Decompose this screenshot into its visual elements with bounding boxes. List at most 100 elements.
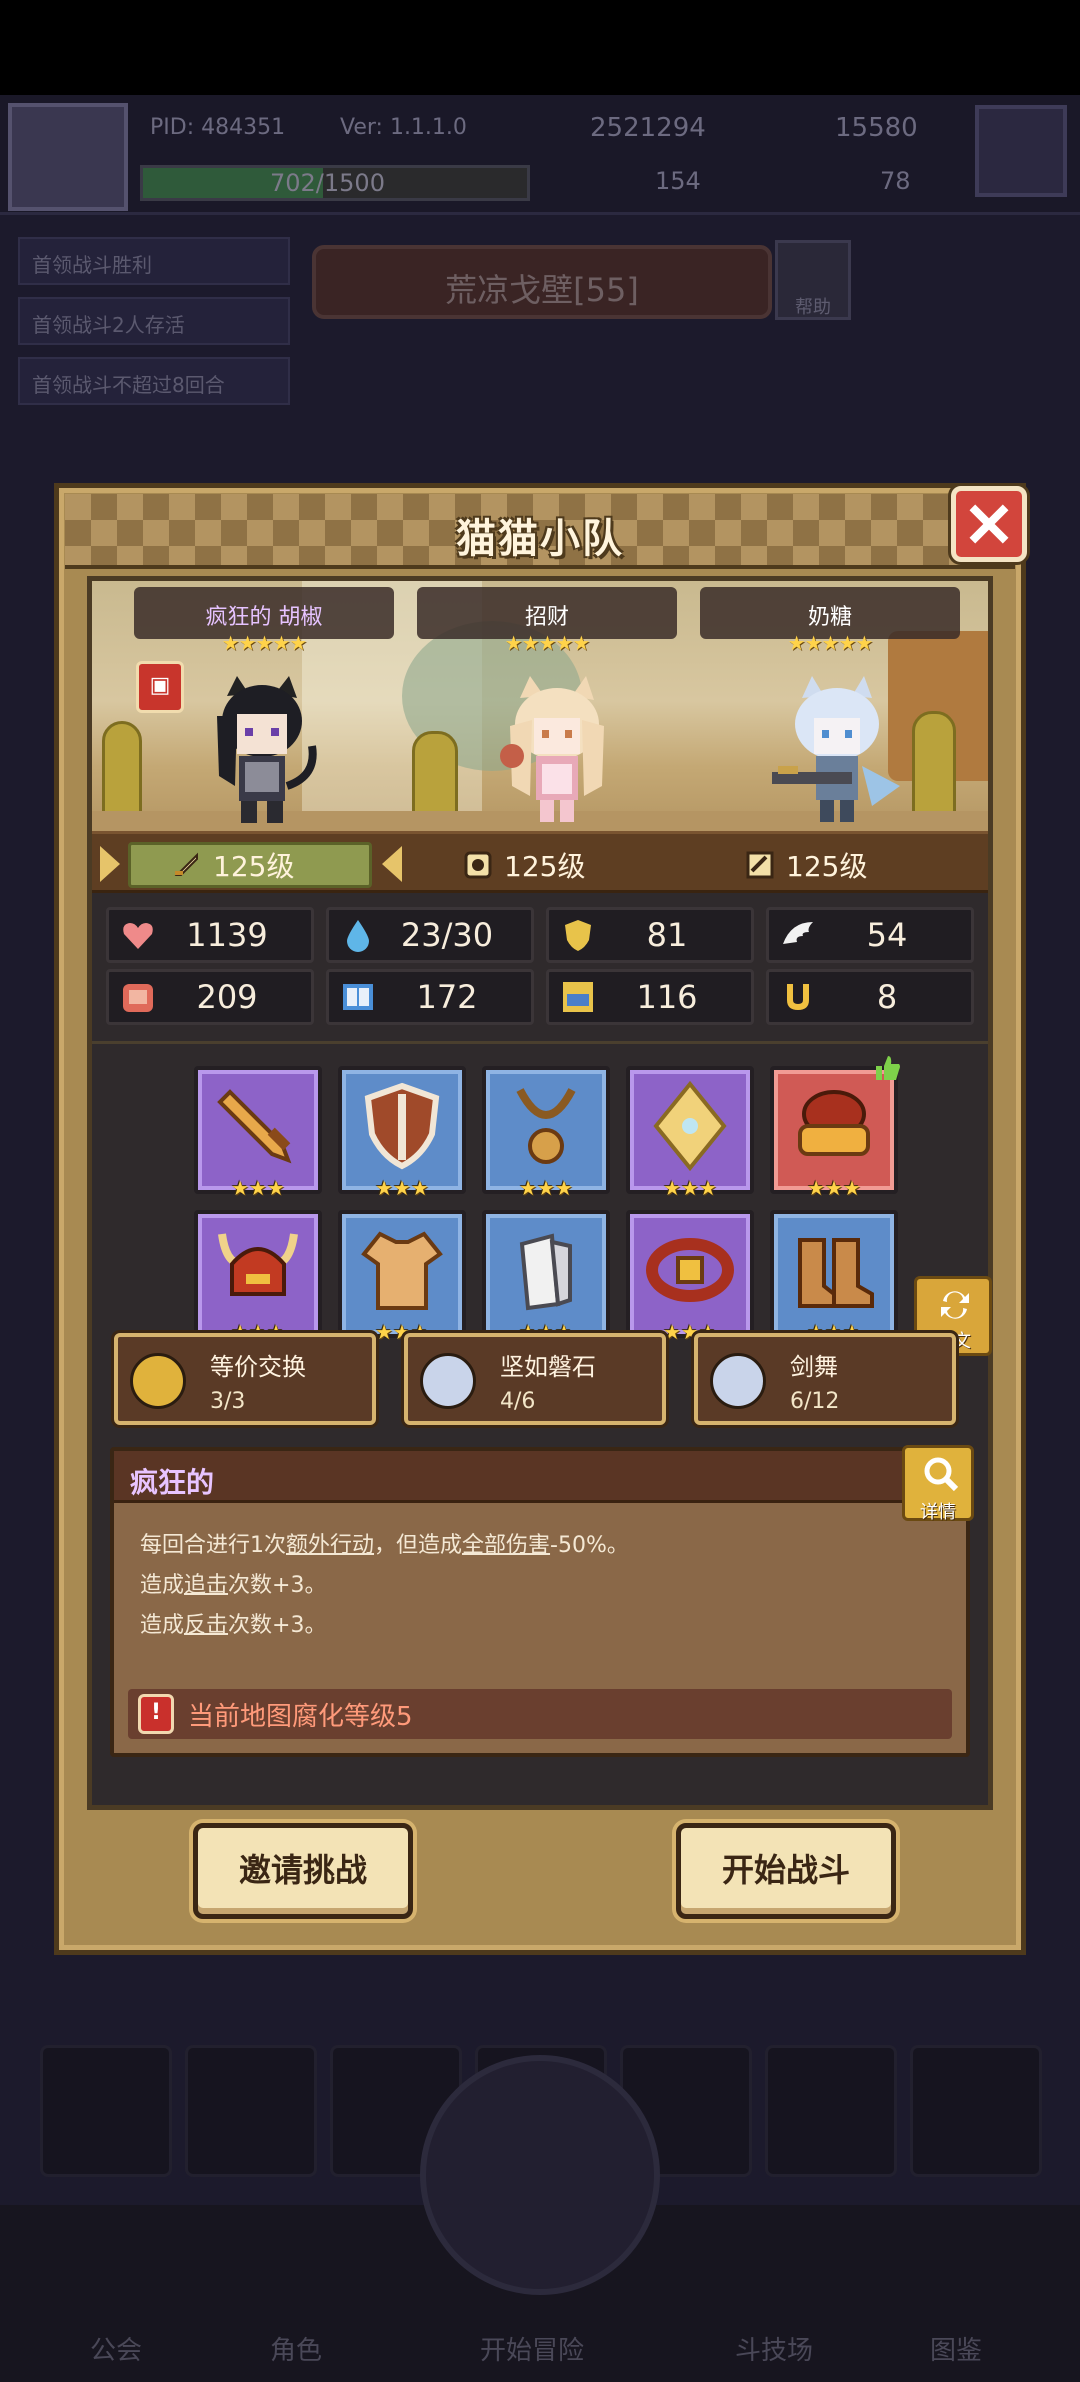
- level-slot-1[interactable]: 125级: [128, 842, 372, 888]
- stat-luck-value: 8: [876, 978, 898, 1016]
- start-adventure-circle[interactable]: [420, 2055, 660, 2295]
- top-status-bar: PID: 484351 Ver: 1.1.1.0 2521294 15580 7…: [0, 95, 1080, 215]
- portrait-icon[interactable]: ▣: [136, 661, 184, 713]
- corruption-text: 当前地图腐化等级5: [188, 1701, 413, 1732]
- set-bonus-1[interactable]: 等价交换 3/3: [114, 1333, 376, 1425]
- silver-shield-icon: [420, 1353, 476, 1409]
- set-bonus-3[interactable]: 剑舞 6/12: [694, 1333, 956, 1425]
- nav-guild[interactable]: 公会: [90, 2330, 142, 2367]
- sword-class-icon: [174, 852, 198, 876]
- shield-icon: [565, 920, 591, 951]
- set-bonus-2[interactable]: 坚如磐石 4/6: [404, 1333, 666, 1425]
- nav-arena[interactable]: 斗技场: [735, 2330, 813, 2367]
- character-stars-2: ★★★★★: [504, 631, 591, 655]
- stat-luck: 8: [766, 969, 974, 1025]
- gem-count: 15580: [835, 113, 918, 143]
- equip-slot-gloves[interactable]: ★★★: [482, 1210, 610, 1344]
- invite-challenge-button[interactable]: 邀请挑战: [193, 1823, 413, 1919]
- equip-stars: ★★★: [231, 1176, 285, 1200]
- settings-icon[interactable]: [975, 105, 1067, 197]
- next-arrow-icon[interactable]: [382, 846, 402, 882]
- detail-button[interactable]: 详情: [902, 1445, 974, 1523]
- gold-coin-icon: [130, 1353, 186, 1409]
- equip-stars: ★★★: [375, 1176, 429, 1200]
- equip-slot-necklace[interactable]: ★★★: [482, 1066, 610, 1200]
- stat-hp: 1139: [106, 907, 314, 963]
- set-name: 剑舞: [790, 1353, 838, 1381]
- character-sprite-pepper[interactable]: [197, 676, 327, 826]
- player-avatar[interactable]: [8, 103, 128, 211]
- hat-icon: [798, 1090, 870, 1156]
- equip-slot-shield[interactable]: ★★★: [338, 1066, 466, 1200]
- stat-block: 116: [546, 969, 754, 1025]
- start-battle-button[interactable]: 开始战斗: [676, 1823, 896, 1919]
- armor-plate-icon: [563, 982, 593, 1012]
- magnifier-icon: [924, 1457, 959, 1492]
- player-id: PID: 484351: [150, 115, 286, 140]
- xp-text: 702/1500: [270, 169, 385, 197]
- stat-mana: 23/30: [326, 907, 534, 963]
- shield-icon: [364, 1082, 440, 1170]
- character-sprite-naitang[interactable]: [772, 676, 902, 826]
- fist-icon: [123, 984, 153, 1012]
- nav-codex[interactable]: 图鉴: [930, 2330, 982, 2367]
- equip-slot-weapon[interactable]: ★★★: [194, 1066, 322, 1200]
- stat-speed: 54: [766, 907, 974, 963]
- modal-header: 猫猫小队: [65, 494, 1015, 569]
- warning-icon: !: [138, 1694, 174, 1734]
- necklace-icon: [516, 1088, 576, 1164]
- stat-mana-value: 23/30: [400, 916, 494, 954]
- resource-a: 154: [655, 167, 701, 195]
- level-text-1: 125级: [213, 850, 295, 883]
- belt-icon: [646, 1238, 734, 1302]
- version-label: Ver: 1.1.1.0: [340, 115, 467, 140]
- resource-b: 78: [880, 167, 911, 195]
- level-text-2: 125级: [504, 850, 586, 883]
- set-count: 6/12: [790, 1389, 840, 1414]
- character-sprite-zhaocai[interactable]: [492, 676, 622, 826]
- equip-stars: ★★★: [519, 1176, 573, 1200]
- set-count: 3/3: [210, 1389, 246, 1414]
- character-stars-1: ★★★★★: [221, 631, 308, 655]
- equip-stars: ★★★: [807, 1176, 861, 1200]
- close-button[interactable]: [951, 486, 1027, 562]
- gloves-icon: [519, 1233, 572, 1311]
- detail-label: 详情: [920, 1502, 956, 1523]
- book-icon: [343, 984, 373, 1010]
- level-text-3: 125级: [786, 850, 868, 883]
- gun-class-icon: [746, 851, 774, 879]
- equip-slot-boots[interactable]: ★★★: [770, 1210, 898, 1344]
- sword-icon: [217, 1089, 292, 1164]
- equip-slot-helmet[interactable]: ★★★: [194, 1210, 322, 1344]
- team-modal: 猫猫小队 疯狂的 胡椒 ★★★★★ 招财 ★★★★★ 奶糖 ★★★★★ ▣ 12…: [54, 483, 1027, 1955]
- set-name: 等价交换: [210, 1353, 306, 1381]
- trait-line-2: 造成追击次数+3。: [140, 1573, 327, 1598]
- set-count: 4/6: [500, 1389, 536, 1414]
- stage-title: 荒凉戈壁[55]: [312, 245, 772, 319]
- equip-slot-belt[interactable]: ★★★: [626, 1210, 754, 1344]
- equip-slot-gem[interactable]: ★★★: [626, 1066, 754, 1200]
- equip-slot-armor[interactable]: ★★★: [338, 1210, 466, 1344]
- prev-arrow-icon[interactable]: [100, 846, 120, 882]
- water-drop-icon: [347, 920, 369, 952]
- trait-line-1: 每回合进行1次额外行动，但造成全部伤害-50%。: [140, 1533, 629, 1558]
- equip-slot-hat[interactable]: ★★★: [770, 1066, 898, 1200]
- level-bar: 125级 125级 125级: [92, 831, 988, 893]
- stat-attack: 209: [106, 969, 314, 1025]
- armor-icon: [361, 1231, 443, 1310]
- trait-line-3: 造成反击次数+3。: [140, 1613, 327, 1638]
- gem-icon: [653, 1080, 727, 1172]
- level-slot-3[interactable]: 125级: [744, 842, 867, 888]
- boots-icon: [798, 1238, 874, 1308]
- character-stars-3: ★★★★★: [787, 631, 874, 655]
- stat-speed-value: 54: [866, 916, 908, 954]
- stats-grid: 1139 23/30 81 54 209 172 116 8: [106, 907, 974, 1031]
- help-button[interactable]: 帮助: [775, 240, 851, 320]
- nav-start-adventure[interactable]: 开始冒险: [480, 2330, 584, 2367]
- nav-character[interactable]: 角色: [270, 2330, 322, 2367]
- stat-magic-value: 172: [416, 978, 478, 1016]
- quest-item: 首领战斗胜利: [18, 237, 290, 285]
- quest-item: 首领战斗2人存活: [18, 297, 290, 345]
- shield-class-icon: [464, 851, 492, 879]
- level-slot-2[interactable]: 125级: [462, 842, 585, 888]
